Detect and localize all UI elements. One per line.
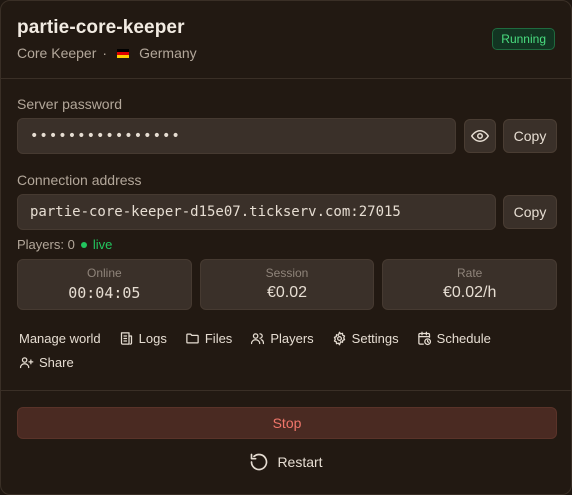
stat-value: €0.02 [266, 284, 308, 301]
stats-row: Online 00:04:05 Session €0.02 Rate €0.02… [17, 259, 558, 310]
share-label: Share [39, 354, 74, 370]
stat-value: €0.02/h [442, 284, 497, 301]
restart-button[interactable]: Restart [1, 452, 571, 472]
connection-address-field[interactable]: partie-core-keeper-d15e07.tickserv.com:2… [17, 194, 496, 230]
stat-session: Session €0.02 [199, 259, 375, 310]
copy-address-button[interactable]: Copy [503, 195, 557, 229]
share-link[interactable]: Share [19, 355, 74, 370]
live-dot-icon [80, 241, 87, 248]
stat-label: Rate [457, 266, 483, 280]
players-link[interactable]: Players [250, 330, 314, 346]
stat-label: Online [86, 266, 122, 280]
manage-world-label: Manage world [19, 330, 101, 346]
files-label: Files [204, 330, 233, 346]
settings-label: Settings [351, 330, 399, 346]
server-subtitle: Core Keeper · Germany [17, 45, 555, 61]
germany-flag-icon [117, 48, 130, 58]
password-field[interactable]: •••••••••••••••• [17, 118, 456, 154]
logs-link[interactable]: Logs [119, 331, 167, 346]
status-badge: Running [492, 28, 555, 50]
connection-label: Connection address [17, 172, 142, 188]
folder-icon [186, 333, 199, 343]
stop-button[interactable]: Stop [17, 407, 557, 439]
restart-label: Restart [277, 454, 323, 470]
action-links: Manage world Logs Files Players Settings… [19, 329, 559, 371]
players-label: Players [270, 330, 314, 346]
eye-icon [471, 130, 489, 142]
server-header: partie-core-keeper Core Keeper · Germany… [17, 17, 555, 61]
copy-password-button[interactable]: Copy [503, 119, 557, 153]
country-name: Germany [139, 45, 197, 61]
stat-label: Session [265, 266, 309, 280]
reveal-password-button[interactable] [464, 119, 496, 153]
players-status: Players: 0 live [17, 237, 112, 252]
files-link[interactable]: Files [185, 331, 232, 346]
action-row: Manage world Logs Files Players Settings… [19, 329, 559, 347]
user-plus-icon [19, 356, 34, 368]
logs-icon [120, 331, 132, 345]
server-card: partie-core-keeper Core Keeper · Germany… [0, 0, 572, 495]
calendar-clock-icon [417, 331, 431, 345]
stat-online: Online 00:04:05 [17, 259, 192, 310]
stat-value: 00:04:05 [68, 284, 141, 302]
connection-address-value: partie-core-keeper-d15e07.tickserv.com:2… [30, 204, 401, 220]
divider [1, 78, 571, 79]
gear-icon [333, 331, 345, 345]
password-value: •••••••••••••••• [30, 128, 181, 144]
stat-rate: Rate €0.02/h [382, 259, 558, 310]
restart-icon [251, 453, 268, 471]
users-icon [251, 332, 265, 344]
game-name: Core Keeper [17, 45, 97, 61]
server-name: partie-core-keeper [17, 17, 185, 38]
password-label: Server password [17, 96, 123, 112]
schedule-label: Schedule [436, 330, 491, 346]
manage-world-link[interactable]: Manage world [19, 331, 101, 346]
separator: · [102, 45, 108, 61]
live-label: live [92, 237, 113, 252]
players-count: Players: 0 [17, 237, 75, 252]
divider [1, 390, 571, 391]
logs-label: Logs [138, 330, 167, 346]
settings-link[interactable]: Settings [332, 331, 399, 346]
action-row: Share [19, 353, 559, 371]
schedule-link[interactable]: Schedule [417, 331, 491, 346]
